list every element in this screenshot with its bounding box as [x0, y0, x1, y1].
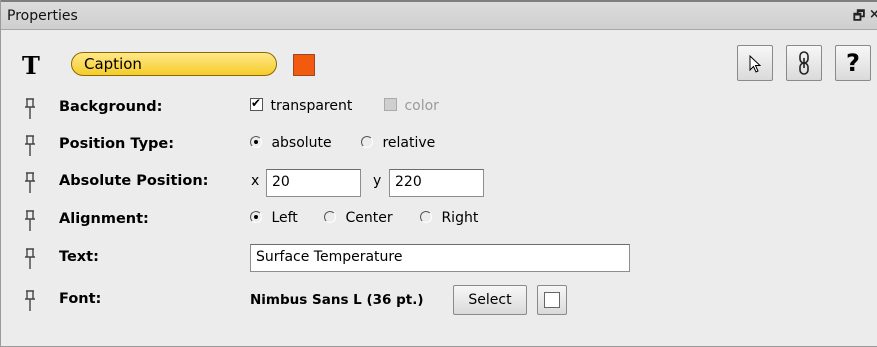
- restore-icon[interactable]: 🗗: [853, 7, 865, 29]
- caption-label-pill[interactable]: Caption: [71, 52, 277, 76]
- absolute-position-row: Absolute Position: x 20 y 220: [1, 168, 877, 198]
- background-row: Background: transparent color: [1, 94, 877, 124]
- y-label: y: [373, 173, 382, 189]
- position-type-row: Position Type: absolute relative: [1, 131, 877, 161]
- pointer-tool-button[interactable]: [737, 45, 773, 81]
- text-type-icon: T: [22, 51, 40, 80]
- left-radio-dot[interactable]: [250, 211, 262, 223]
- cursor-arrow-icon: [749, 54, 762, 73]
- center-radio-dot[interactable]: [324, 211, 336, 223]
- panel-titlebar: Properties 🗗 ×: [1, 0, 877, 30]
- font-row: Font: Nimbus Sans L (36 pt.) Select: [1, 285, 877, 316]
- right-radio-label: Right: [441, 210, 479, 226]
- absolute-radio-dot[interactable]: [250, 136, 262, 148]
- font-select-button[interactable]: Select: [453, 285, 527, 315]
- transparent-label: transparent: [270, 98, 353, 114]
- alignment-label: Alignment:: [59, 211, 149, 227]
- transparent-checkbox[interactable]: transparent: [250, 96, 353, 114]
- panel-title: Properties: [7, 8, 78, 24]
- absolute-position-label: Absolute Position:: [59, 173, 209, 189]
- text-row: Text: Surface Temperature: [1, 244, 877, 274]
- question-icon: ?: [846, 49, 860, 77]
- text-label: Text:: [59, 249, 99, 265]
- text-input[interactable]: Surface Temperature: [250, 244, 630, 272]
- absolute-radio[interactable]: absolute: [250, 135, 332, 151]
- absolute-radio-label: absolute: [271, 135, 332, 151]
- pin-icon[interactable]: [23, 172, 37, 194]
- color-option[interactable]: color: [384, 98, 439, 114]
- relative-radio-label: relative: [382, 135, 436, 151]
- properties-panel: Properties 🗗 × T Caption ? Background: t…: [0, 0, 877, 347]
- pin-icon[interactable]: [23, 135, 37, 157]
- right-radio-dot[interactable]: [420, 211, 432, 223]
- left-radio[interactable]: Left: [250, 210, 298, 226]
- link-tool-button[interactable]: [786, 45, 822, 81]
- y-position-input[interactable]: 220: [389, 169, 484, 197]
- x-position-input[interactable]: 20: [266, 169, 361, 197]
- color-swatch-disabled-icon: [384, 98, 397, 111]
- position-type-label: Position Type:: [59, 136, 175, 152]
- font-label: Font:: [59, 291, 102, 307]
- close-icon[interactable]: ×: [869, 7, 877, 22]
- relative-radio[interactable]: relative: [361, 135, 435, 151]
- caption-color-swatch[interactable]: [293, 54, 315, 76]
- font-color-swatch: [544, 292, 560, 308]
- chain-link-icon: [799, 51, 809, 75]
- center-radio-label: Center: [345, 210, 393, 226]
- pin-icon[interactable]: [23, 290, 37, 312]
- caption-label: Caption: [84, 55, 142, 73]
- pin-icon[interactable]: [23, 248, 37, 270]
- help-button[interactable]: ?: [835, 45, 871, 81]
- alignment-row: Alignment: Left Center Right: [1, 206, 877, 236]
- color-label: color: [404, 98, 439, 114]
- right-radio[interactable]: Right: [420, 210, 478, 226]
- left-radio-label: Left: [271, 210, 298, 226]
- background-label: Background:: [59, 99, 163, 115]
- center-radio[interactable]: Center: [324, 210, 393, 226]
- transparent-checkbox-box[interactable]: [250, 96, 263, 111]
- pin-icon[interactable]: [23, 98, 37, 120]
- relative-radio-dot[interactable]: [361, 136, 373, 148]
- x-label: x: [251, 173, 260, 189]
- font-value: Nimbus Sans L (36 pt.): [250, 292, 424, 308]
- font-color-button[interactable]: [537, 285, 567, 315]
- pin-icon[interactable]: [23, 210, 37, 232]
